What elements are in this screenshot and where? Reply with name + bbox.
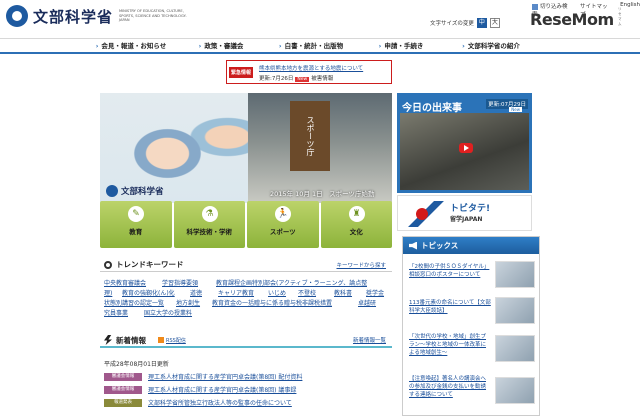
topics-header: トピックス: [403, 237, 539, 254]
site-logo[interactable]: 文部科学省 MINISTRY OF EDUCATION, CULTURE, SP…: [6, 5, 187, 27]
keyword-link[interactable]: 状態別講習の認定一覧: [104, 298, 164, 307]
font-size-switcher: 文字サイズの変更 中 大: [430, 18, 500, 28]
trend-more-link[interactable]: キーワードから探す: [336, 261, 386, 269]
rss-link[interactable]: RSS配信: [166, 337, 186, 344]
topic-link[interactable]: 「次世代の学校・地域」創生プラン～学校と地域の一体改革による地域創生～: [409, 333, 491, 357]
news-more-link[interactable]: 新着情報一覧: [353, 336, 386, 344]
megaphone-icon: [409, 241, 417, 250]
nav-item-whitepaper[interactable]: 白書・統計・出版物: [266, 39, 356, 52]
hero-caption: 2015年 10月 1日 スポーツ庁始動: [270, 190, 375, 198]
play-icon[interactable]: [459, 143, 473, 153]
new-badge: New: [509, 107, 522, 112]
keyword-link[interactable]: 不登校: [298, 288, 316, 297]
tile-label: 科学技術・学術: [186, 228, 233, 236]
tobitate-subtitle: 留学JAPAN: [450, 216, 483, 223]
pencil-icon: ✎: [128, 206, 144, 222]
keyword-link[interactable]: 教育の強靱化(ん)化: [122, 288, 175, 297]
news-row: 審議会情報 理工系人材育成に関する産学官円卓会議(第8回) 配付資料: [104, 372, 302, 381]
nav-item-policy[interactable]: 政策・審議会: [176, 39, 266, 52]
news-section: 新着情報 RSS配信 新着情報一覧 平成28年08月01日更新 審議会情報 理工…: [100, 334, 392, 416]
today-events: 今日の出来事 更新:07月29日 New: [397, 93, 532, 193]
news-link[interactable]: 文部科学省所管独立行政法人等の監事の任命について: [148, 398, 292, 407]
keyword-link[interactable]: 理): [104, 288, 112, 297]
tobitate-banner[interactable]: トビタテ! 留学JAPAN: [397, 195, 532, 231]
topic-thumbnail[interactable]: [495, 297, 535, 324]
topic-thumbnail[interactable]: [495, 261, 535, 288]
logo-text: 文部科学省: [33, 7, 114, 26]
logo-mark-icon: [6, 5, 28, 27]
alert-link[interactable]: 熊本県熊本地方を震源とする地震について: [259, 64, 363, 72]
font-size-label: 文字サイズの変更: [430, 21, 474, 27]
new-badge: New: [295, 77, 310, 82]
emergency-alert: 緊急情報 熊本県熊本地方を震源とする地震について 更新:7月26日 New 被害情報: [226, 60, 392, 84]
tile-sports[interactable]: 🏃 スポーツ: [247, 201, 319, 248]
keyword-link[interactable]: 地方創生: [176, 298, 200, 307]
rss-icon[interactable]: [158, 337, 164, 343]
tile-science[interactable]: ⚗ 科学技術・学術: [173, 201, 245, 248]
culture-icon: ♜: [348, 206, 365, 222]
resemom-watermark: ReseMom リセマム: [530, 7, 622, 29]
topics-title: トピックス: [421, 241, 459, 250]
keyword-link[interactable]: いじめ: [268, 288, 286, 297]
runner-icon: 🏃: [275, 206, 291, 222]
trend-header: トレンドキーワード キーワードから探す: [100, 258, 392, 272]
alert-tag: 緊急情報: [229, 67, 254, 78]
tile-label: 文化: [349, 228, 363, 236]
keyword-link[interactable]: 中央教育審議会: [104, 278, 146, 287]
news-tag: 審議会情報: [104, 372, 142, 381]
flask-icon: ⚗: [201, 206, 218, 222]
keyword-link[interactable]: 道徳: [190, 288, 202, 297]
keyword-link[interactable]: 奨学金: [366, 288, 384, 297]
alert-update: 更新:7月26日 New 被害情報: [259, 76, 334, 82]
news-date: 平成28年08月01日更新: [104, 361, 169, 368]
topic-link[interactable]: 「2校間の子供ＳＯＳダイヤル」相談窓口のポスターについて: [409, 263, 491, 279]
nav-item-application[interactable]: 申請・手続き: [356, 39, 446, 52]
alert-damage-link[interactable]: 被害情報: [311, 76, 333, 82]
keyword-link[interactable]: 学習指導要領: [162, 278, 198, 287]
category-tiles: ✎ 教育 ⚗ 科学技術・学術 🏃 スポーツ ♜ 文化: [100, 201, 392, 248]
trend-title: トレンドキーワード: [116, 260, 184, 269]
keyword-link[interactable]: 究員事業: [104, 308, 128, 317]
pin-icon: [104, 260, 112, 269]
trend-keywords: トレンドキーワード キーワードから探す 中央教育審議会 学習指導要領 教育課程企…: [100, 258, 392, 332]
keyword-link[interactable]: 卓越研: [358, 298, 376, 307]
news-tag: 報道発表: [104, 398, 142, 407]
news-link[interactable]: 理工系人材育成に関する産学官円卓会議(第8回) 配付資料: [148, 372, 302, 381]
japan-flag-icon: [404, 201, 444, 227]
keyword-link[interactable]: キャリア教育: [218, 288, 254, 297]
tobitate-title: トビタテ!: [450, 204, 491, 214]
topics-panel: トピックス 「2校間の子供ＳＯＳダイヤル」相談窓口のポスターについて 113番元…: [402, 236, 540, 416]
news-tag: 審議会情報: [104, 385, 142, 394]
news-row: 報道発表 文部科学省所管独立行政法人等の監事の任命について: [104, 398, 292, 407]
global-nav: 会見・報道・お知らせ 政策・審議会 白書・統計・出版物 申請・手続き 文部科学省…: [0, 38, 640, 54]
search-icon: [532, 3, 538, 10]
tile-education[interactable]: ✎ 教育: [100, 201, 172, 248]
topic-link[interactable]: 113番元素の命名について【文部科学大臣談話】: [409, 299, 491, 315]
tile-culture[interactable]: ♜ 文化: [320, 201, 392, 248]
hero-sign: スポーツ庁: [290, 101, 330, 171]
today-title: 今日の出来事: [402, 103, 462, 114]
site-header: 文部科学省 MINISTRY OF EDUCATION, CULTURE, SP…: [0, 0, 640, 38]
tile-label: スポーツ: [269, 228, 296, 236]
tile-label: 教育: [129, 228, 143, 236]
nav-item-press[interactable]: 会見・報道・お知らせ: [86, 39, 176, 52]
logo-subtitle: MINISTRY OF EDUCATION, CULTURE, SPORTS, …: [119, 9, 187, 23]
topic-thumbnail[interactable]: [495, 335, 535, 362]
today-video[interactable]: [400, 113, 529, 190]
keyword-link[interactable]: 教育資金の一括贈与に係る贈与税非課税措置: [212, 298, 332, 307]
keyword-link[interactable]: 国立大学の授業料: [144, 308, 192, 317]
news-row: 審議会情報 理工系人材育成に関する産学官円卓会議(第8回) 議事録: [104, 385, 296, 394]
keyword-link[interactable]: 教科書: [334, 288, 352, 297]
util-link-english[interactable]: English: [620, 2, 640, 18]
topic-link[interactable]: 【注意喚起】著名人の講演会への参加及び金銭の支払いを勧誘する連絡について: [409, 375, 491, 399]
lightning-icon: [104, 335, 112, 345]
nav-item-about[interactable]: 文部科学省の紹介: [446, 39, 536, 52]
news-link[interactable]: 理工系人材育成に関する産学官円卓会議(第8回) 議事録: [148, 385, 296, 394]
font-size-medium-button[interactable]: 中: [476, 18, 487, 28]
font-size-large-button[interactable]: 大: [489, 18, 500, 28]
news-title: 新着情報: [116, 335, 146, 345]
news-header: 新着情報 RSS配信 新着情報一覧: [100, 334, 392, 348]
keyword-link[interactable]: 教育課程企画特別部会(アクティブ・ラーニング、論点整: [216, 278, 367, 287]
topic-thumbnail[interactable]: [495, 377, 535, 404]
